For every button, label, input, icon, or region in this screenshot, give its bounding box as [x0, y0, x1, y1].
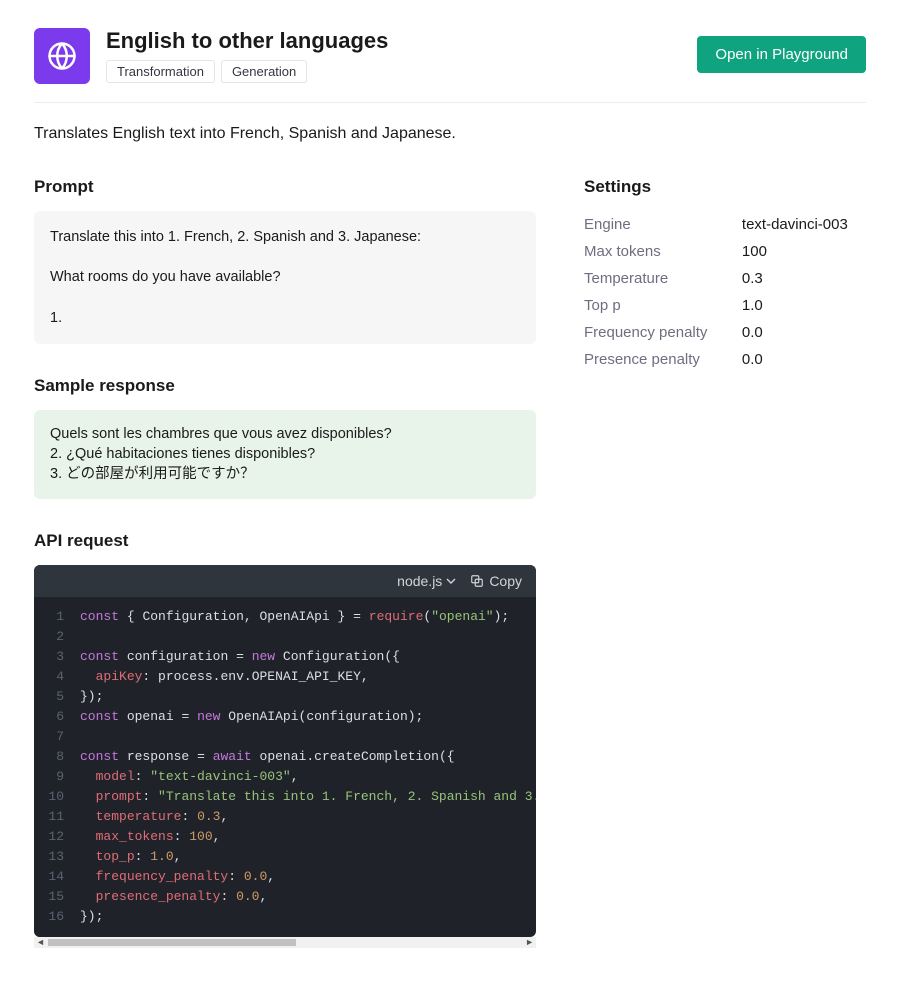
settings-value: 0.3: [742, 265, 866, 292]
settings-label: Engine: [584, 211, 742, 238]
settings-label: Presence penalty: [584, 346, 742, 373]
settings-heading: Settings: [584, 177, 866, 197]
settings-label: Temperature: [584, 265, 742, 292]
title-block: English to other languages Transformatio…: [106, 28, 388, 83]
chevron-down-icon: [446, 576, 456, 586]
settings-row: Frequency penalty0.0: [584, 319, 866, 346]
tag-row: Transformation Generation: [106, 60, 388, 83]
settings-value: 0.0: [742, 346, 866, 373]
response-box: Quels sont les chambres que vous avez di…: [34, 410, 536, 499]
settings-label: Frequency penalty: [584, 319, 742, 346]
tag-transformation: Transformation: [106, 60, 215, 83]
settings-row: Enginetext-davinci-003: [584, 211, 866, 238]
response-section: Sample response Quels sont les chambres …: [34, 376, 536, 499]
page-title: English to other languages: [106, 28, 388, 54]
settings-row: Temperature0.3: [584, 265, 866, 292]
scroll-right-arrow-icon[interactable]: ►: [525, 937, 534, 947]
prompt-section: Prompt Translate this into 1. French, 2.…: [34, 177, 536, 344]
api-section: API request node.js Copy 12345678 910: [34, 531, 536, 948]
api-heading: API request: [34, 531, 536, 551]
settings-value: 1.0: [742, 292, 866, 319]
settings-row: Presence penalty0.0: [584, 346, 866, 373]
prompt-line: 1.: [50, 308, 520, 328]
code-block: node.js Copy 12345678 910111213141516 co…: [34, 565, 536, 937]
code-content: const { Configuration, OpenAIApi } = req…: [72, 597, 536, 937]
copy-button[interactable]: Copy: [470, 573, 522, 589]
settings-row: Max tokens100: [584, 238, 866, 265]
response-line: Quels sont les chambres que vous avez di…: [50, 424, 520, 444]
settings-row: Top p1.0: [584, 292, 866, 319]
settings-label: Top p: [584, 292, 742, 319]
page-header: English to other languages Transformatio…: [34, 28, 866, 103]
prompt-box: Translate this into 1. French, 2. Spanis…: [34, 211, 536, 344]
settings-value: 0.0: [742, 319, 866, 346]
code-header: node.js Copy: [34, 565, 536, 597]
settings-label: Max tokens: [584, 238, 742, 265]
globe-icon: [34, 28, 90, 84]
tag-generation: Generation: [221, 60, 307, 83]
prompt-line: Translate this into 1. French, 2. Spanis…: [50, 227, 520, 247]
response-line: 3. どの部屋が利用可能ですか？: [50, 464, 520, 484]
language-select[interactable]: node.js: [397, 573, 456, 589]
prompt-heading: Prompt: [34, 177, 536, 197]
settings-table: Enginetext-davinci-003Max tokens100Tempe…: [584, 211, 866, 373]
response-heading: Sample response: [34, 376, 536, 396]
line-gutter: 12345678 910111213141516: [34, 597, 72, 937]
scroll-thumb[interactable]: [48, 939, 296, 946]
horizontal-scrollbar[interactable]: ◄ ►: [34, 937, 536, 948]
language-label: node.js: [397, 573, 442, 589]
scroll-left-arrow-icon[interactable]: ◄: [36, 937, 45, 947]
settings-value: text-davinci-003: [742, 211, 866, 238]
prompt-line: What rooms do you have available?: [50, 267, 520, 287]
copy-label: Copy: [489, 573, 522, 589]
settings-value: 100: [742, 238, 866, 265]
code-body[interactable]: 12345678 910111213141516 const { Configu…: [34, 597, 536, 937]
open-in-playground-button[interactable]: Open in Playground: [697, 36, 866, 73]
response-line: 2. ¿Qué habitaciones tienes disponibles?: [50, 444, 520, 464]
header-left: English to other languages Transformatio…: [34, 28, 388, 84]
description-text: Translates English text into French, Spa…: [34, 125, 866, 143]
copy-icon: [470, 574, 484, 588]
